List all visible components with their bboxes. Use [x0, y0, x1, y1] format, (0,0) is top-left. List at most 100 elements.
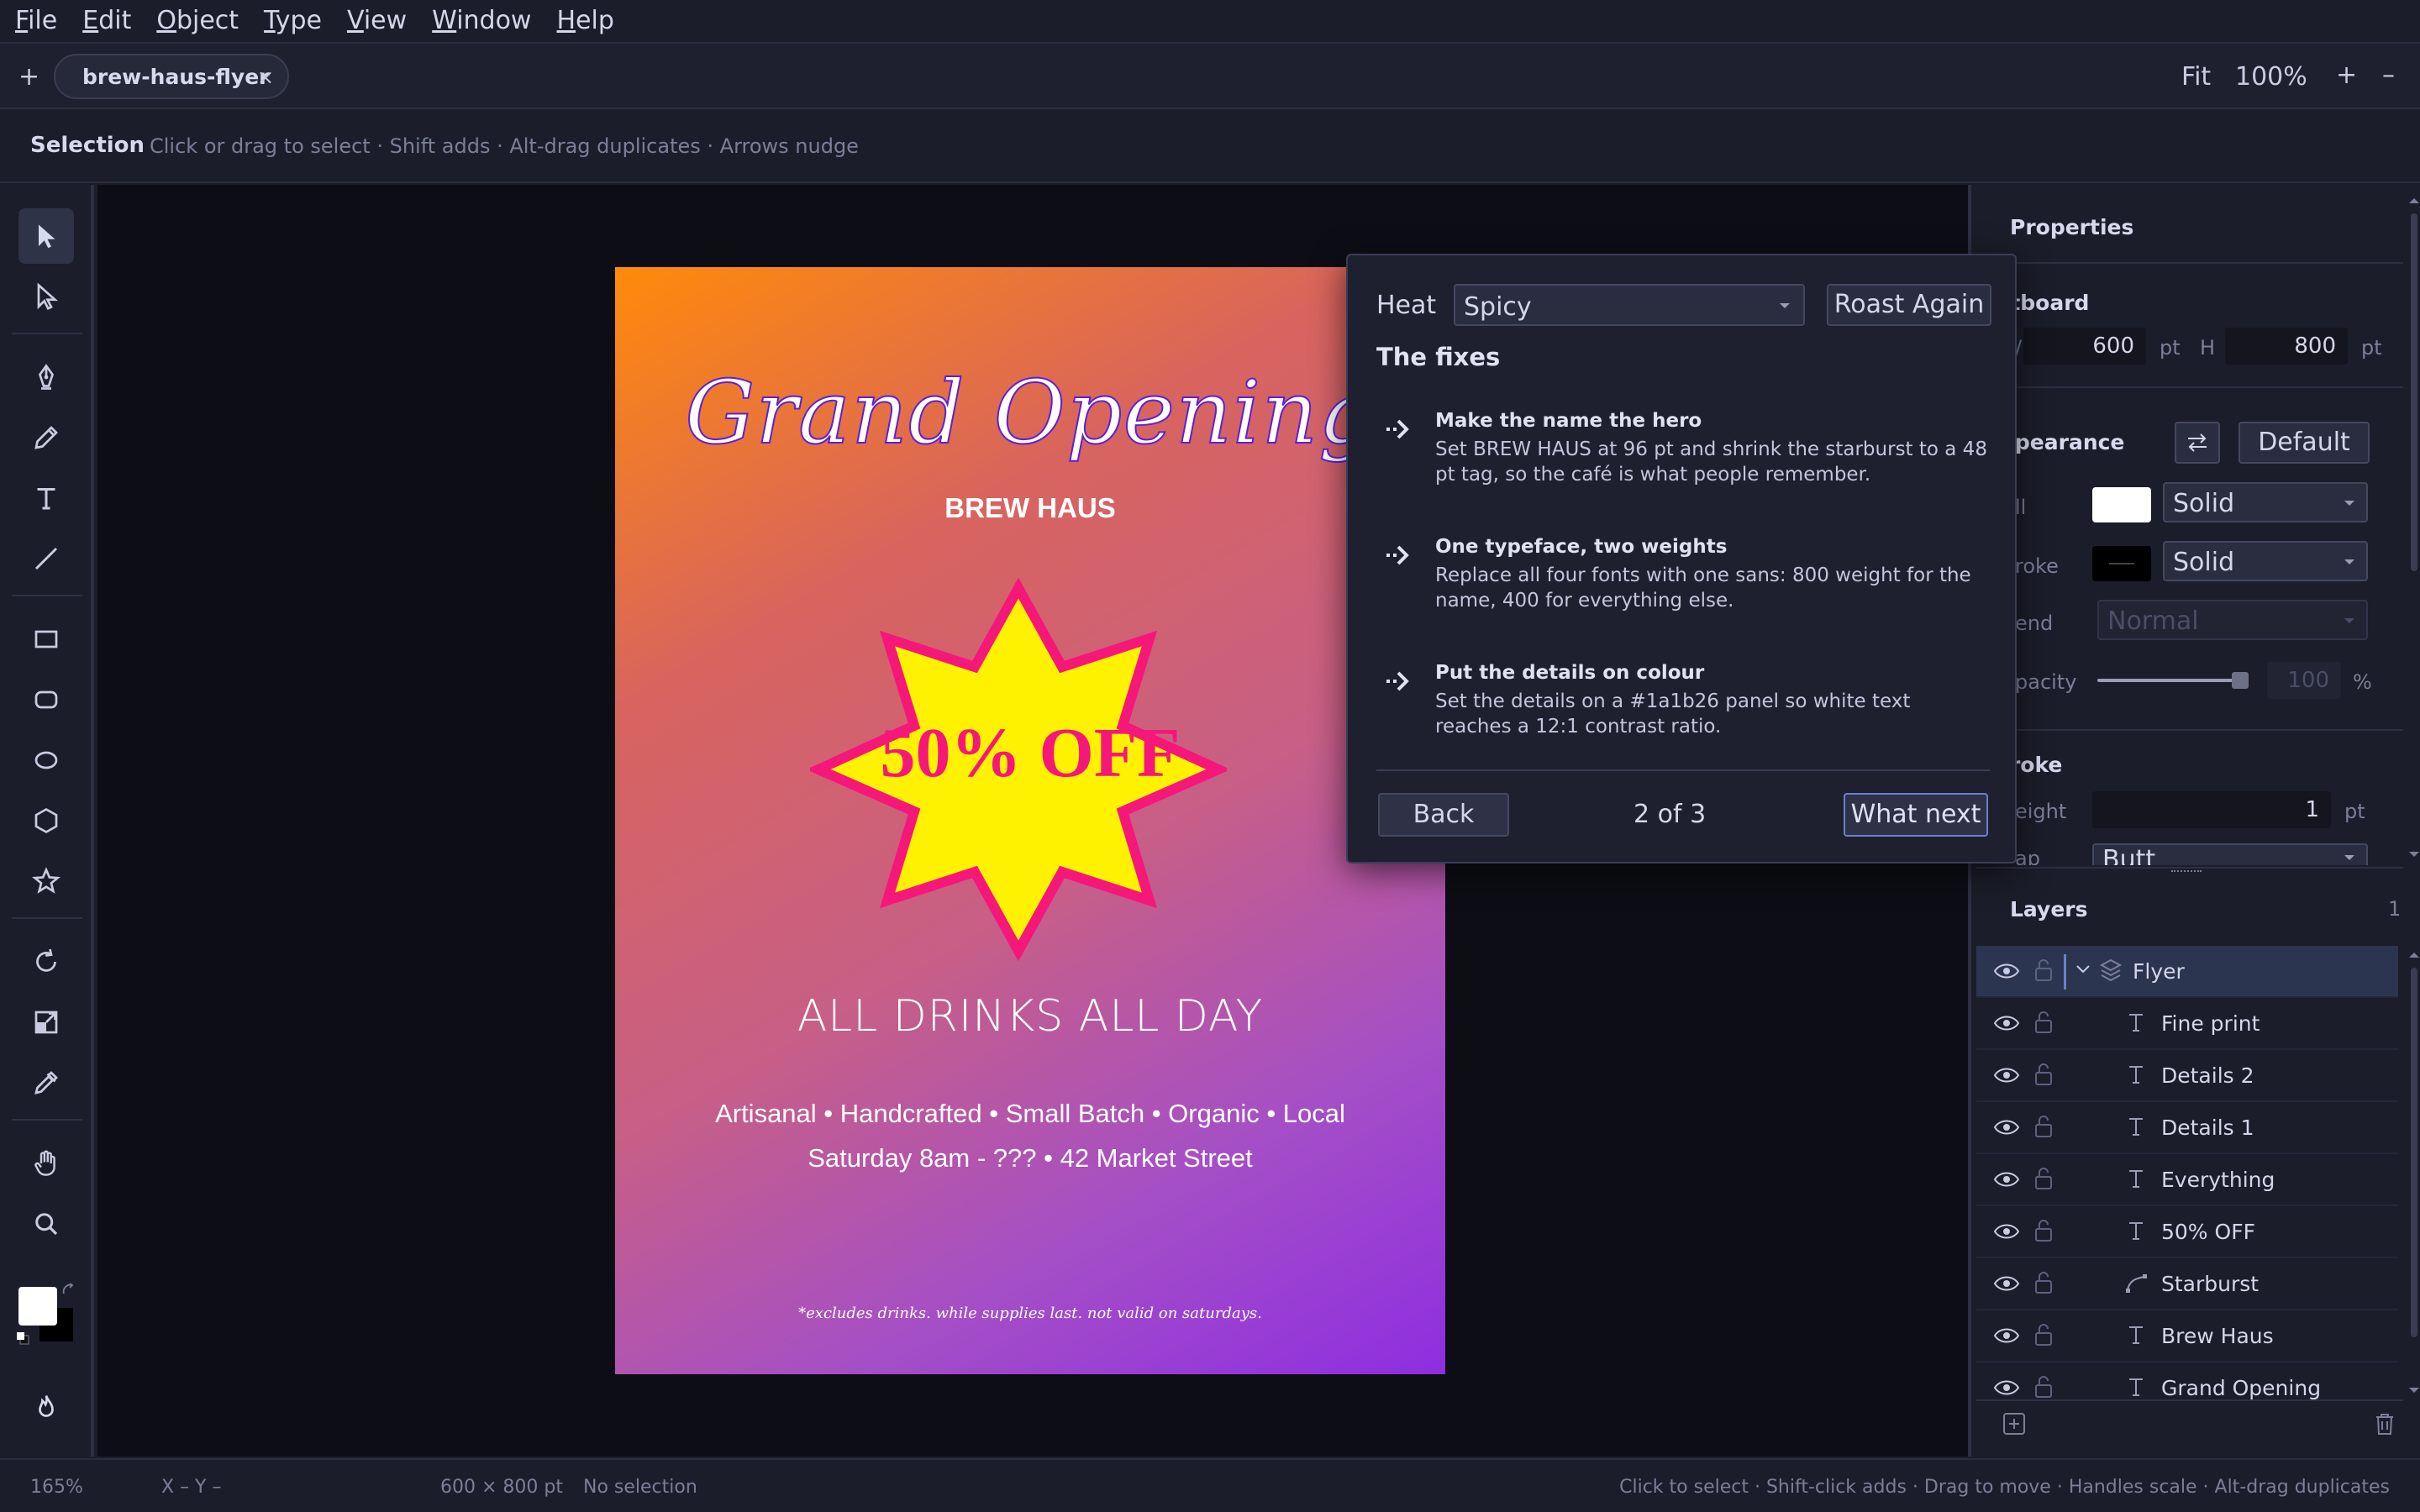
flyer-title-grand-opening[interactable]: Grand Opening	[615, 360, 1445, 465]
eyedropper-tool[interactable]	[18, 1055, 74, 1110]
new-tab-button[interactable]: +	[18, 62, 39, 92]
eye-icon[interactable]	[1993, 1169, 2020, 1189]
scale-tool[interactable]	[18, 995, 74, 1050]
menu-object[interactable]: Object	[156, 6, 239, 35]
stroke-weight-field[interactable]: 1	[2092, 791, 2331, 828]
select-tool[interactable]	[18, 208, 74, 264]
rotate-tool[interactable]	[18, 934, 74, 990]
text-layer-icon	[2129, 1222, 2143, 1240]
unlock-icon[interactable]	[2033, 1218, 2054, 1243]
unlock-icon[interactable]	[2033, 1322, 2054, 1347]
swap-appearance-button[interactable]	[2175, 422, 2220, 464]
close-tab-icon[interactable]: ×	[257, 66, 274, 89]
zoom-out-button[interactable]: –	[2382, 60, 2395, 90]
flyer-details-1[interactable]: Artisanal • Handcrafted • Small Batch • …	[615, 1099, 1445, 1129]
what-next-button[interactable]: What next	[1844, 793, 1988, 837]
polygon-tool[interactable]	[18, 793, 74, 848]
stroke-type-select[interactable]: Solid	[2163, 541, 2368, 581]
eye-icon[interactable]	[1993, 1326, 2020, 1346]
layer-row-flyer[interactable]: Flyer	[1976, 946, 2398, 998]
heat-select[interactable]: Spicy	[1454, 284, 1805, 326]
star-tool[interactable]	[18, 853, 74, 909]
status-coordinates: X – Y –	[161, 1477, 222, 1498]
hollow-arrow-icon	[37, 282, 59, 311]
eye-icon[interactable]	[1993, 1221, 2020, 1242]
eye-icon[interactable]	[1993, 1378, 2020, 1398]
zoom-fit-button[interactable]: Fit	[2181, 62, 2211, 92]
ellipse-tool[interactable]	[18, 732, 74, 788]
chevron-down-icon[interactable]	[2075, 964, 2091, 974]
pen-tool[interactable]	[18, 349, 74, 405]
artboard-flyer[interactable]: Grand Opening BREW HAUS 50% OFF ALL DRIN…	[615, 267, 1445, 1374]
layer-row-fine-print[interactable]: Fine print	[1976, 998, 2398, 1050]
swap-colors-icon[interactable]	[60, 1282, 77, 1299]
roast-tool[interactable]	[18, 1379, 74, 1435]
unlock-icon[interactable]	[2033, 1374, 2054, 1399]
unlock-icon[interactable]	[2033, 1114, 2054, 1139]
flyer-fine-print[interactable]: *excludes drinks. while supplies last. n…	[615, 1305, 1445, 1322]
magnifier-icon	[35, 1213, 58, 1236]
fill-swatch[interactable]	[2092, 487, 2151, 522]
panel-resize-handle[interactable]	[1976, 867, 2403, 877]
menu-edit[interactable]: Edit	[82, 6, 131, 35]
opacity-field[interactable]: 100	[2267, 662, 2341, 699]
layer-row-brew-haus[interactable]: Brew Haus	[1976, 1310, 2398, 1362]
opacity-slider-thumb[interactable]	[2232, 672, 2249, 689]
trash-icon[interactable]	[2373, 1411, 2396, 1436]
zoom-level[interactable]: 100%	[2235, 62, 2307, 92]
rectangle-tool[interactable]	[18, 612, 74, 667]
menu-window[interactable]: Window	[432, 6, 531, 35]
zoom-in-button[interactable]: +	[2336, 60, 2357, 90]
ellipse-icon	[34, 751, 58, 769]
appearance-section-heading: ppearance	[2000, 430, 2125, 454]
fill-color-swatch[interactable]	[18, 1287, 57, 1326]
type-tool[interactable]	[18, 470, 74, 526]
add-layer-icon[interactable]	[2002, 1411, 2027, 1436]
layer-row-50-off[interactable]: 50% OFF	[1976, 1206, 2398, 1258]
eye-icon[interactable]	[1993, 961, 2020, 981]
back-button[interactable]: Back	[1378, 793, 1509, 837]
opacity-slider[interactable]	[2097, 667, 2249, 694]
line-tool[interactable]	[18, 531, 74, 586]
menu-file[interactable]: File	[15, 6, 57, 35]
stroke-swatch[interactable]	[2092, 546, 2151, 581]
layer-row-starburst[interactable]: Starburst	[1976, 1258, 2398, 1310]
hand-tool[interactable]	[18, 1136, 74, 1191]
pencil-tool[interactable]	[18, 410, 74, 465]
eye-icon[interactable]	[1993, 1273, 2020, 1294]
unlock-icon[interactable]	[2033, 958, 2054, 983]
unlock-icon[interactable]	[2033, 1010, 2054, 1035]
layer-row-details-1[interactable]: Details 1	[1976, 1102, 2398, 1154]
menu-view[interactable]: View	[347, 6, 407, 35]
unlock-icon[interactable]	[2033, 1062, 2054, 1087]
fill-type-select[interactable]: Solid	[2163, 482, 2368, 522]
stroke-label: roke	[2015, 554, 2059, 578]
eye-icon[interactable]	[1993, 1117, 2020, 1137]
rounded-rectangle-tool[interactable]	[18, 672, 74, 727]
flyer-offer-text[interactable]: 50% OFF	[615, 712, 1445, 794]
menu-help[interactable]: Help	[556, 6, 613, 35]
default-appearance-button[interactable]: Default	[2238, 422, 2370, 464]
eye-icon[interactable]	[1993, 1065, 2020, 1085]
layer-row-grand-opening[interactable]: Grand Opening	[1976, 1362, 2398, 1399]
width-field[interactable]: 600	[2023, 328, 2146, 365]
flyer-brand-name[interactable]: BREW HAUS	[615, 492, 1445, 524]
eye-icon[interactable]	[1993, 1013, 2020, 1033]
direct-select-tool[interactable]	[18, 269, 74, 324]
default-colors-icon[interactable]	[15, 1331, 32, 1347]
flyer-headline[interactable]: ALL DRINKS ALL DAY	[615, 991, 1445, 1042]
cap-style-select[interactable]: Butt	[2092, 843, 2368, 865]
flyer-details-2[interactable]: Saturday 8am - ??? • 42 Market Street	[615, 1143, 1445, 1173]
layer-row-details-2[interactable]: Details 2	[1976, 1050, 2398, 1102]
tab-brew-haus-flyer[interactable]: brew-haus-flyer ×	[54, 54, 289, 99]
blend-mode-select[interactable]: Normal	[2097, 600, 2368, 640]
height-field[interactable]: 800	[2225, 328, 2348, 365]
layer-row-everything[interactable]: Everything	[1976, 1154, 2398, 1206]
menu-type[interactable]: Type	[264, 6, 322, 35]
roast-again-button[interactable]: Roast Again	[1827, 284, 1991, 326]
properties-scrollbar[interactable]	[2405, 192, 2420, 864]
layers-scrollbar[interactable]	[2405, 946, 2420, 1399]
unlock-icon[interactable]	[2033, 1166, 2054, 1191]
zoom-tool[interactable]	[18, 1196, 74, 1252]
unlock-icon[interactable]	[2033, 1270, 2054, 1295]
